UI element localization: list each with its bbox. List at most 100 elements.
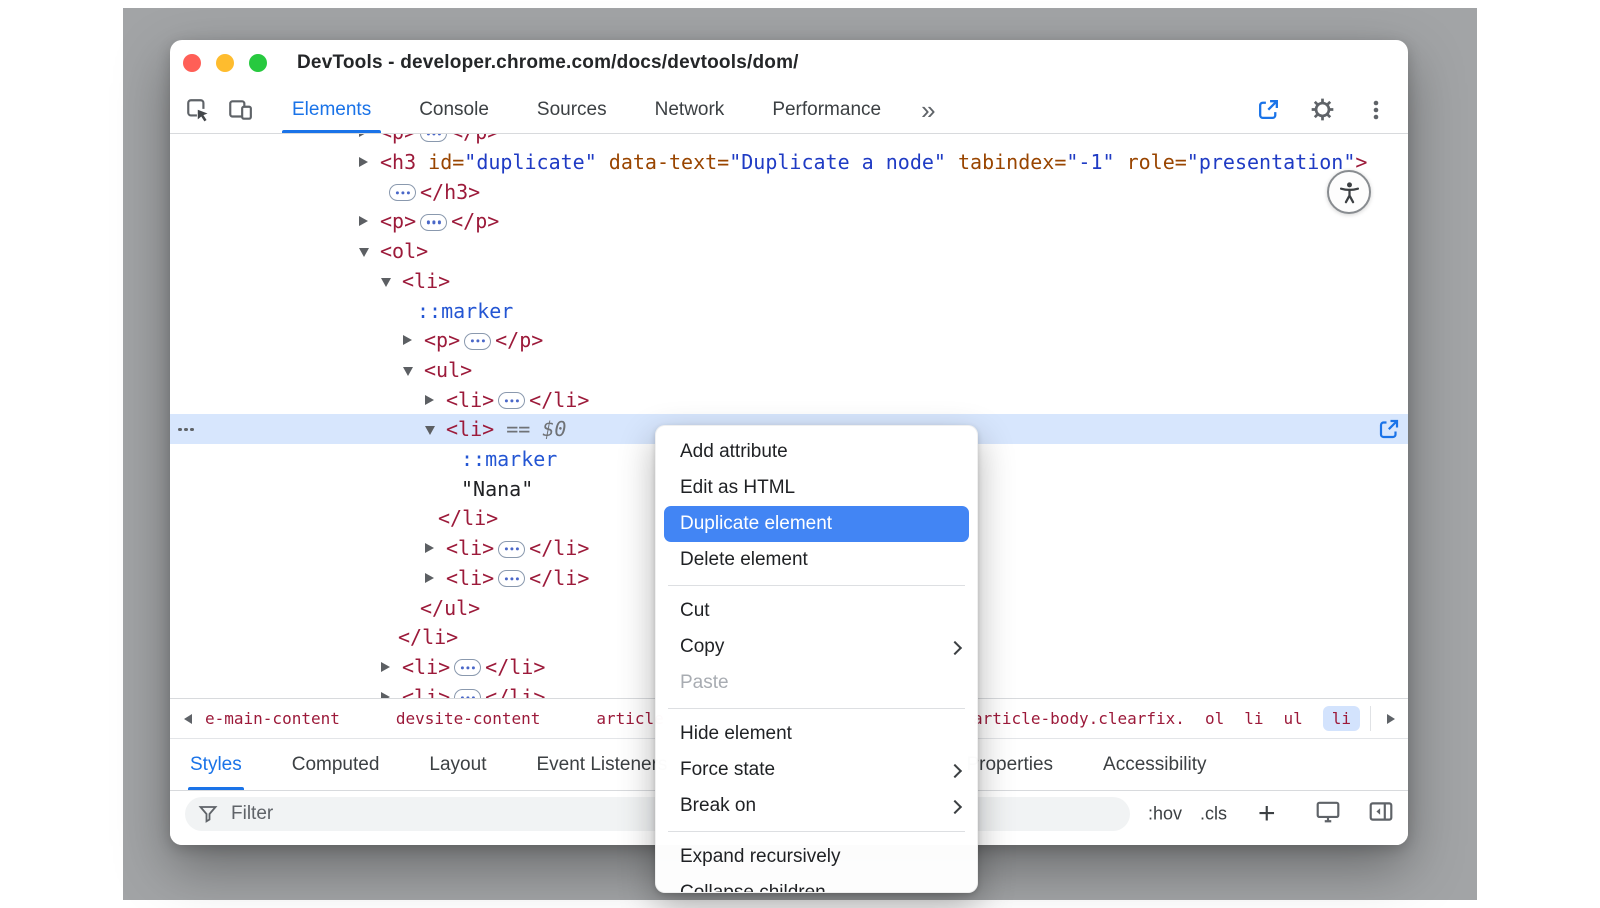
kebab-menu-icon[interactable]: [1362, 96, 1390, 124]
ellipsis-expander-icon[interactable]: [389, 184, 416, 201]
context-menu-item-copy[interactable]: Copy: [656, 629, 977, 665]
breadcrumb-item-article-body-clearfix[interactable]: article-body.clearfix.: [973, 709, 1185, 728]
tab-sources[interactable]: Sources: [527, 86, 617, 133]
toggle-class-button[interactable]: .cls: [1200, 804, 1227, 825]
dom-node-text: <li>: [170, 266, 1408, 296]
more-tabs-icon[interactable]: »: [921, 97, 935, 123]
sidebar-toggle-icon[interactable]: [1368, 799, 1394, 830]
accessibility-person-icon[interactable]: [1327, 170, 1371, 214]
tab-network[interactable]: Network: [645, 86, 735, 133]
new-style-rule-button[interactable]: +: [1258, 799, 1276, 829]
context-menu-item-break-on[interactable]: Break on: [656, 788, 977, 824]
token-tag: </li>: [529, 536, 589, 560]
collapse-arrow-icon[interactable]: [359, 248, 369, 257]
dom-tree-row[interactable]: <h3 id="duplicate" data-text="Duplicate …: [170, 147, 1408, 177]
token-tag: <h3: [380, 150, 428, 174]
minimize-window-button[interactable]: [216, 54, 234, 72]
ellipsis-expander-icon[interactable]: [464, 333, 491, 350]
expand-arrow-icon[interactable]: [381, 662, 390, 672]
context-menu-item-add-attribute[interactable]: Add attribute: [656, 434, 977, 470]
breadcrumb-scroll-left-icon[interactable]: [184, 714, 192, 724]
token-attr: id=: [428, 150, 464, 174]
breadcrumb-item-li[interactable]: li: [1244, 709, 1263, 728]
collapse-arrow-icon[interactable]: [381, 278, 391, 287]
titlebar: DevTools - developer.chrome.com/docs/dev…: [170, 40, 1408, 86]
submenu-chevron-icon: [948, 763, 962, 777]
token-tag: </li>: [438, 506, 498, 530]
zoom-window-button[interactable]: [249, 54, 267, 72]
collapse-arrow-icon[interactable]: [425, 426, 435, 435]
breadcrumb-item-li-selected[interactable]: li: [1323, 706, 1360, 731]
dom-tree-row[interactable]: </h3>: [170, 177, 1408, 207]
token-tag: <ul>: [424, 358, 472, 382]
close-window-button[interactable]: [183, 54, 201, 72]
token-tag: </li>: [529, 566, 589, 590]
ellipsis-expander-icon[interactable]: [498, 392, 525, 409]
extension-icon[interactable]: [1254, 96, 1282, 124]
token-tag: </p>: [451, 134, 499, 144]
ellipsis-expander-icon[interactable]: [454, 659, 481, 676]
device-toolbar-icon[interactable]: [226, 96, 254, 124]
breadcrumb-item-devsite-content[interactable]: devsite-content: [396, 709, 541, 728]
dom-tree-row[interactable]: <ul>: [170, 355, 1408, 385]
breadcrumb-item-e-main-content[interactable]: e-main-content: [205, 709, 340, 728]
tab-console[interactable]: Console: [409, 86, 499, 133]
toolbar-right-actions: [1254, 86, 1390, 133]
token-value: "Duplicate a node": [729, 150, 946, 174]
context-menu-divider: [668, 585, 965, 586]
expand-arrow-icon[interactable]: [425, 395, 434, 405]
context-menu-item-expand-recursively[interactable]: Expand recursively: [656, 839, 977, 875]
context-menu-item-edit-as-html[interactable]: Edit as HTML: [656, 470, 977, 506]
breadcrumb-item-article[interactable]: article: [596, 709, 663, 728]
tab-accessibility[interactable]: Accessibility: [1103, 739, 1206, 790]
expand-arrow-icon[interactable]: [425, 543, 434, 553]
context-menu-item-duplicate-element[interactable]: Duplicate element: [664, 506, 969, 542]
tab-event-listeners[interactable]: Event Listeners: [536, 739, 667, 790]
tab-computed[interactable]: Computed: [292, 739, 380, 790]
context-menu-item-force-state[interactable]: Force state: [656, 752, 977, 788]
ellipsis-expander-icon[interactable]: [498, 570, 525, 587]
expand-arrow-icon[interactable]: [403, 335, 412, 345]
ellipsis-expander-icon[interactable]: [454, 689, 481, 698]
dom-tree-row[interactable]: <ol>: [170, 236, 1408, 266]
main-tab-strip: Elements Console Sources Network Performance: [282, 86, 919, 133]
token-attr: role=: [1115, 150, 1187, 174]
tab-layout[interactable]: Layout: [429, 739, 486, 790]
token-tag: </p>: [451, 209, 499, 233]
settings-gear-icon[interactable]: [1308, 96, 1336, 124]
breadcrumb-item-ul[interactable]: ul: [1283, 709, 1302, 728]
ellipsis-expander-icon[interactable]: [420, 134, 447, 142]
tab-properties[interactable]: Properties: [966, 739, 1053, 790]
expand-arrow-icon[interactable]: [359, 157, 368, 167]
token-tag: </li>: [398, 625, 458, 649]
dom-tree-row[interactable]: <li>: [170, 266, 1408, 296]
breadcrumb-item-ol[interactable]: ol: [1205, 709, 1224, 728]
dom-tree-row[interactable]: <li></li>: [170, 385, 1408, 415]
rendering-monitor-icon[interactable]: [1315, 799, 1341, 830]
dom-tree-row[interactable]: <p></p>: [170, 134, 1408, 147]
dom-tree-row[interactable]: <p></p>: [170, 325, 1408, 355]
dom-tree-row[interactable]: <p></p>: [170, 206, 1408, 236]
context-menu-item-delete-element[interactable]: Delete element: [656, 542, 977, 578]
context-menu-item-hide-element[interactable]: Hide element: [656, 716, 977, 752]
tab-performance[interactable]: Performance: [762, 86, 891, 133]
token-attr: data-text=: [597, 150, 729, 174]
tab-styles[interactable]: Styles: [190, 739, 242, 790]
breadcrumb-scroll-right-icon[interactable]: [1387, 714, 1395, 724]
dom-tree-row[interactable]: ::marker: [170, 296, 1408, 326]
context-menu-item-collapse-children[interactable]: Collapse children: [656, 875, 977, 893]
context-menu-item-cut[interactable]: Cut: [656, 593, 977, 629]
context-menu-divider: [668, 831, 965, 832]
token-op: ==: [494, 417, 542, 441]
collapse-arrow-icon[interactable]: [403, 367, 413, 376]
expand-arrow-icon[interactable]: [359, 216, 368, 226]
toggle-element-state-button[interactable]: :hov: [1148, 804, 1182, 825]
ellipsis-expander-icon[interactable]: [498, 541, 525, 558]
expand-arrow-icon[interactable]: [425, 573, 434, 583]
node-adorner-icon[interactable]: [1377, 417, 1401, 441]
tab-elements[interactable]: Elements: [282, 86, 381, 133]
inspect-element-icon[interactable]: [184, 96, 212, 124]
expand-arrow-icon[interactable]: [359, 134, 368, 137]
dom-node-text: <h3 id="duplicate" data-text="Duplicate …: [170, 147, 1408, 177]
ellipsis-expander-icon[interactable]: [420, 214, 447, 231]
